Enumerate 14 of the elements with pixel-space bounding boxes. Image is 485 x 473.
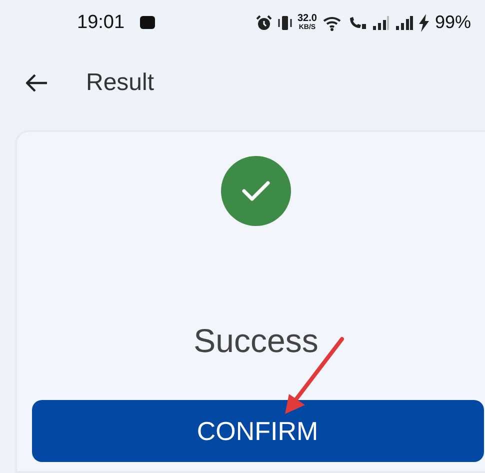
signal-icon	[394, 16, 413, 30]
vibrate-icon	[276, 14, 292, 30]
network-speed-value: 32.0	[298, 14, 317, 22]
status-time: 19:01	[77, 12, 125, 34]
wifi-icon	[322, 14, 342, 30]
signal-icon	[372, 16, 390, 30]
charging-icon	[418, 14, 430, 32]
alarm-icon	[256, 14, 272, 30]
back-arrow-icon[interactable]	[26, 74, 48, 92]
check-icon	[221, 156, 291, 226]
confirm-button[interactable]: CONFIRM	[32, 400, 484, 462]
success-message: Success	[194, 322, 318, 360]
page-title: Result	[86, 68, 154, 96]
battery-percentage: 99%	[434, 12, 471, 33]
